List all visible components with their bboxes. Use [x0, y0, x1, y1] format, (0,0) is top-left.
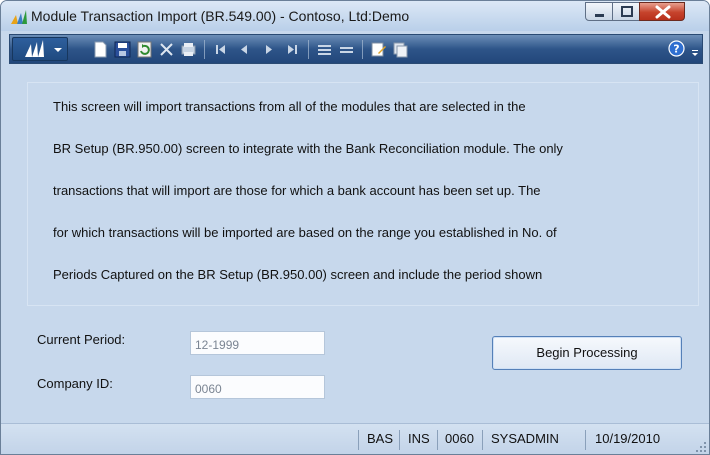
copy-icon[interactable] — [392, 41, 409, 58]
current-period-label: Current Period: — [37, 332, 126, 347]
toolbar-separator — [362, 40, 363, 59]
status-date: 10/19/2010 — [595, 431, 661, 446]
status-separator — [399, 430, 400, 450]
app-menu-icon — [25, 40, 62, 57]
save-icon[interactable] — [114, 41, 131, 58]
new-icon[interactable] — [92, 41, 109, 58]
refresh-icon[interactable] — [136, 41, 153, 58]
delete-row-icon[interactable] — [338, 41, 355, 58]
last-record-icon[interactable] — [284, 41, 301, 58]
description-line: This screen will import transactions fro… — [53, 99, 526, 114]
status-separator — [482, 430, 483, 450]
notes-icon[interactable] — [370, 41, 387, 58]
status-separator — [437, 430, 438, 450]
resize-grip-icon[interactable] — [696, 442, 706, 452]
minimize-icon — [595, 14, 604, 17]
status-bar: BAS INS 0060 SYSADMIN 10/19/2010 — [1, 423, 709, 454]
toolbar-overflow-icon[interactable] — [690, 44, 700, 58]
description-line: transactions that will import are those … — [53, 183, 541, 198]
help-icon[interactable]: ? — [668, 40, 685, 57]
delete-icon[interactable] — [158, 41, 175, 58]
status-module: BAS — [367, 431, 394, 446]
close-button[interactable] — [639, 2, 685, 21]
status-user: SYSADMIN — [491, 431, 559, 446]
toolbar-separator — [204, 40, 205, 59]
status-separator — [358, 430, 359, 450]
description-line: BR Setup (BR.950.00) screen to integrate… — [53, 141, 563, 156]
window-title: Module Transaction Import (BR.549.00) - … — [31, 8, 410, 24]
description-line: for which transactions will be imported … — [53, 225, 557, 240]
previous-record-icon[interactable] — [236, 41, 253, 58]
app-menu-button[interactable] — [12, 37, 68, 61]
company-id-label: Company ID: — [37, 376, 113, 391]
insert-row-icon[interactable] — [316, 41, 333, 58]
next-record-icon[interactable] — [260, 41, 277, 58]
app-logo-icon — [11, 10, 27, 24]
status-mode: INS — [408, 431, 430, 446]
current-period-field[interactable]: 12-1999 — [190, 331, 325, 355]
company-id-field[interactable]: 0060 — [190, 375, 325, 399]
description-panel: This screen will import transactions fro… — [27, 82, 699, 306]
title-bar[interactable]: Module Transaction Import (BR.549.00) - … — [1, 1, 709, 31]
status-separator — [585, 430, 586, 450]
maximize-button[interactable] — [612, 2, 640, 21]
description-line: Periods Captured on the BR Setup (BR.950… — [53, 267, 543, 282]
app-window: Module Transaction Import (BR.549.00) - … — [0, 0, 710, 455]
svg-text:?: ? — [673, 43, 679, 56]
begin-processing-button[interactable]: Begin Processing — [492, 336, 682, 370]
minimize-button[interactable] — [585, 2, 613, 21]
close-icon — [655, 5, 671, 19]
maximize-icon — [621, 6, 633, 17]
toolbar: ? — [9, 34, 703, 64]
print-icon[interactable] — [180, 41, 197, 58]
first-record-icon[interactable] — [212, 41, 229, 58]
status-company: 0060 — [445, 431, 474, 446]
toolbar-separator — [308, 40, 309, 59]
